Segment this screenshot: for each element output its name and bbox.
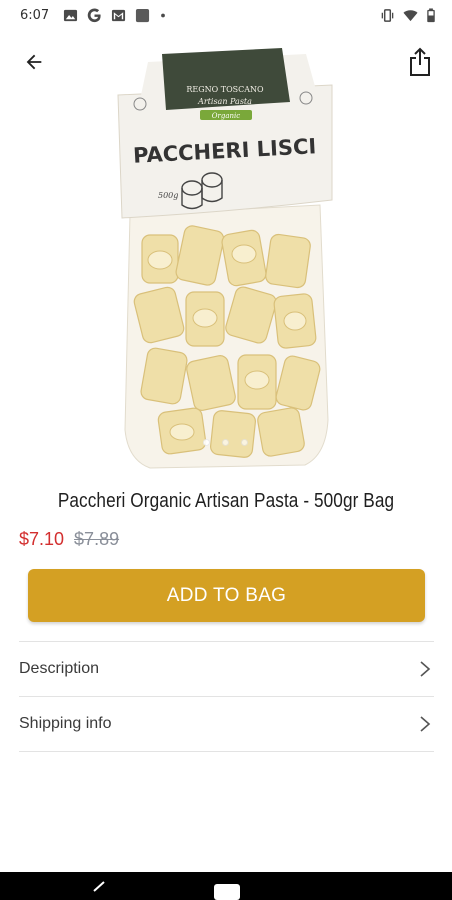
arrow-left-icon	[26, 54, 42, 70]
package-brand: REGNO TOSCANO	[186, 85, 264, 94]
product-image-carousel[interactable]: REGNO TOSCANO Artisan Pasta Organic PACC…	[100, 40, 350, 470]
add-to-bag-button[interactable]: ADD TO BAG	[28, 569, 425, 622]
package-line: Artisan Pasta	[197, 97, 252, 106]
chevron-right-icon	[420, 661, 431, 677]
image-icon	[64, 9, 78, 21]
carousel-indicator	[100, 439, 350, 446]
product-image: REGNO TOSCANO Artisan Pasta Organic PACC…	[117, 48, 333, 469]
notification-icons	[63, 7, 167, 23]
status-bar: 6:07	[0, 0, 452, 30]
share-button[interactable]	[398, 40, 442, 84]
price-row: $7.10 $7.89	[19, 529, 119, 550]
carousel-dot[interactable]	[221, 439, 229, 446]
battery-icon	[427, 7, 435, 22]
dot-icon	[161, 13, 166, 17]
chevron-right-icon	[420, 716, 431, 732]
nav-back-icon[interactable]	[88, 878, 110, 900]
description-row[interactable]: Description	[19, 642, 434, 697]
gmail-icon	[112, 9, 126, 21]
share-icon	[410, 47, 430, 76]
description-label: Description	[19, 660, 100, 677]
carousel-dot[interactable]	[202, 439, 210, 446]
shipping-info-label: Shipping info	[19, 715, 112, 732]
back-button[interactable]	[12, 40, 56, 84]
system-navigation-bar	[0, 872, 452, 900]
app-square-icon	[136, 8, 150, 22]
carousel-dot[interactable]	[240, 439, 248, 446]
product-title: Paccheri Organic Artisan Pasta - 500gr B…	[57, 490, 395, 512]
package-weight: 500g	[158, 191, 178, 200]
package-badge: Organic	[212, 112, 240, 120]
sale-price: $7.10	[19, 529, 65, 549]
nav-home-icon[interactable]	[211, 878, 243, 900]
original-price: $7.89	[74, 529, 120, 549]
vibrate-icon	[381, 8, 394, 22]
info-list: Description Shipping info	[19, 641, 434, 752]
status-time: 6:07	[20, 7, 50, 23]
google-icon	[87, 7, 101, 22]
wifi-icon	[403, 9, 418, 21]
shipping-info-row[interactable]: Shipping info	[19, 697, 434, 752]
system-icons	[380, 7, 436, 23]
